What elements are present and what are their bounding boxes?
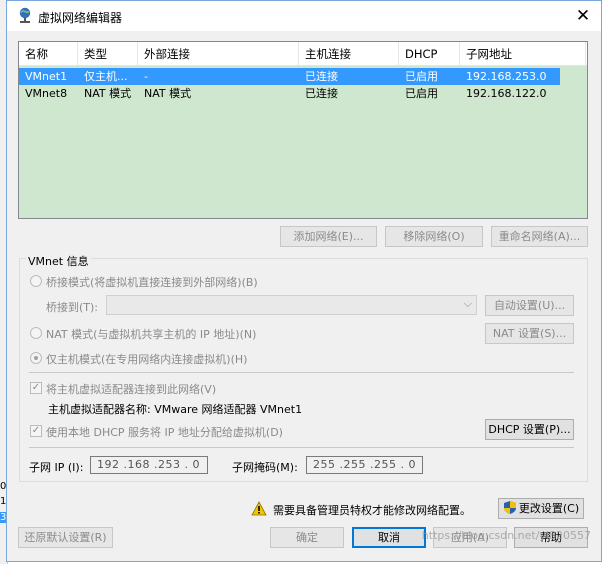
- bridged-mode-label: 桥接模式(将虚拟机直接连接到外部网络)(B): [46, 276, 258, 289]
- remove-network-button[interactable]: 移除网络(O): [385, 226, 483, 247]
- bridged-to-label: 桥接到(T):: [46, 301, 99, 314]
- connect-adapter-label: 将主机虚拟适配器连接到此网络(V): [46, 383, 217, 396]
- connect-adapter-checkbox[interactable]: ✓: [30, 382, 42, 394]
- add-network-button[interactable]: 添加网络(E)...: [280, 226, 377, 247]
- cell-external: -: [144, 70, 148, 83]
- subnet-ip-input[interactable]: 192 .168 .253 . 0: [90, 456, 208, 474]
- divider: [29, 372, 574, 373]
- subnet-ip-label: 子网 IP (I):: [29, 461, 84, 474]
- nat-settings-button[interactable]: NAT 设置(S)...: [485, 323, 574, 344]
- table-row[interactable]: VMnet1 仅主机... - 已连接 已启用 192.168.253.0: [19, 68, 560, 85]
- column-header-host[interactable]: 主机连接: [299, 42, 399, 66]
- cell-name: VMnet8: [25, 87, 68, 100]
- vmnet-info-group: [19, 258, 588, 482]
- host-only-label: 仅主机模式(在专用网络内连接虚拟机)(H): [46, 353, 248, 366]
- network-table[interactable]: 名称 类型 外部连接 主机连接 DHCP 子网地址 VMnet1 仅主机... …: [18, 41, 588, 219]
- column-header-subnet[interactable]: 子网地址: [460, 42, 586, 66]
- change-settings-label: 更改设置(C): [518, 502, 580, 515]
- dhcp-settings-button[interactable]: DHCP 设置(P)...: [485, 419, 574, 440]
- cell-type: NAT 模式: [84, 87, 132, 100]
- vmnet-info-label: VMnet 信息: [26, 253, 91, 269]
- host-only-radio[interactable]: [30, 352, 42, 364]
- subnet-mask-label: 子网掩码(M):: [232, 461, 298, 474]
- table-row[interactable]: VMnet8 NAT 模式 NAT 模式 已连接 已启用 192.168.122…: [19, 85, 560, 102]
- watermark-text: https://blog.csdn.net/yl820557: [421, 529, 591, 542]
- subnet-mask-input[interactable]: 255 .255 .255 . 0: [306, 456, 423, 474]
- adapter-name-text: 主机虚拟适配器名称: VMware 网络适配器 VMnet1: [48, 403, 303, 416]
- auto-settings-button[interactable]: 自动设置(U)...: [485, 295, 574, 316]
- table-header: 名称 类型 外部连接 主机连接 DHCP 子网地址: [19, 42, 587, 66]
- cell-host: 已连接: [305, 70, 338, 83]
- virtual-network-editor-dialog: 虚拟网络编辑器 ✕ 名称 类型 外部连接 主机连接 DHCP 子网地址 VMne…: [6, 0, 602, 562]
- close-button[interactable]: ✕: [565, 1, 601, 31]
- cell-subnet: 192.168.253.0: [466, 70, 547, 83]
- chevron-down-icon: ⌵: [463, 297, 472, 310]
- cell-type: 仅主机...: [84, 70, 128, 83]
- vmware-network-icon: [19, 7, 31, 23]
- column-header-name[interactable]: 名称: [19, 42, 78, 66]
- uac-shield-icon: [503, 501, 516, 514]
- cell-host: 已连接: [305, 87, 338, 100]
- restore-defaults-button[interactable]: 还原默认设置(R): [18, 527, 113, 548]
- rename-network-button[interactable]: 重命名网络(A)...: [491, 226, 588, 247]
- cell-subnet: 192.168.122.0: [466, 87, 547, 100]
- ok-button[interactable]: 确定: [270, 527, 344, 548]
- column-header-type[interactable]: 类型: [78, 42, 138, 66]
- admin-notice-text: 需要具备管理员特权才能修改网络配置。: [273, 504, 471, 517]
- cell-name: VMnet1: [25, 70, 68, 83]
- change-settings-button[interactable]: 更改设置(C): [498, 498, 584, 519]
- divider: [29, 447, 574, 448]
- title-bar: 虚拟网络编辑器 ✕: [7, 1, 601, 31]
- warning-icon: [251, 501, 267, 516]
- column-header-dhcp[interactable]: DHCP: [399, 42, 460, 66]
- bridged-mode-radio[interactable]: [30, 275, 42, 287]
- column-header-external[interactable]: 外部连接: [138, 42, 299, 66]
- nat-mode-radio[interactable]: [30, 327, 42, 339]
- window-title: 虚拟网络编辑器: [38, 11, 123, 25]
- cancel-button[interactable]: 取消: [352, 527, 426, 548]
- use-dhcp-checkbox[interactable]: ✓: [30, 425, 42, 437]
- cell-dhcp: 已启用: [405, 87, 438, 100]
- use-dhcp-label: 使用本地 DHCP 服务将 IP 地址分配给虚拟机(D): [46, 426, 283, 439]
- cell-external: NAT 模式: [144, 87, 192, 100]
- nat-mode-label: NAT 模式(与虚拟机共享主机的 IP 地址)(N): [46, 328, 257, 341]
- bridged-to-select[interactable]: ⌵: [106, 295, 477, 315]
- cell-dhcp: 已启用: [405, 70, 438, 83]
